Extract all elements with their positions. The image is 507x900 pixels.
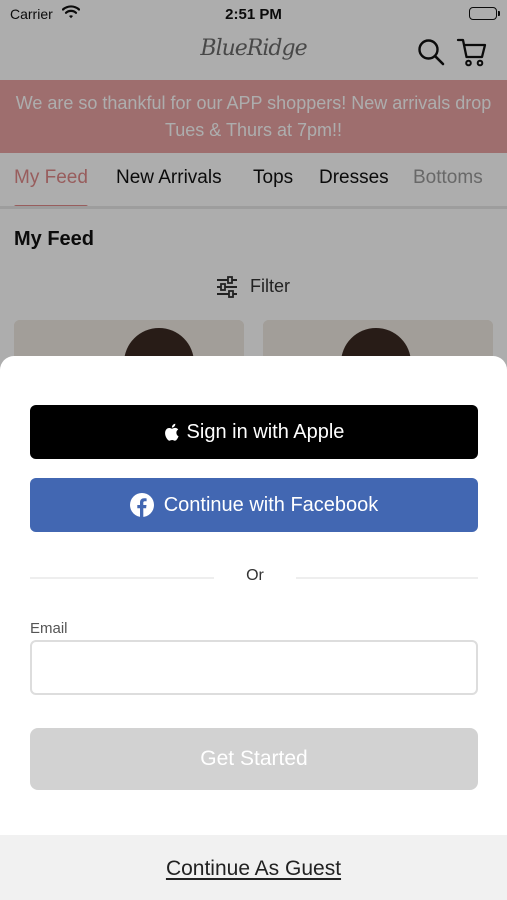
- guest-footer: Continue As Guest: [0, 835, 507, 900]
- divider-line: [30, 577, 214, 579]
- email-label: Email: [30, 620, 68, 637]
- login-sheet: Sign in with Apple Continue with Faceboo…: [0, 356, 507, 900]
- apple-button-label: Sign in with Apple: [186, 420, 345, 443]
- email-field[interactable]: [30, 640, 478, 695]
- apple-logo-icon: [164, 423, 179, 441]
- get-started-button[interactable]: Get Started: [30, 728, 478, 790]
- divider-line: [296, 577, 478, 579]
- sign-in-with-apple-button[interactable]: Sign in with Apple: [30, 405, 478, 459]
- continue-with-facebook-button[interactable]: Continue with Facebook: [30, 478, 478, 532]
- continue-as-guest-link[interactable]: Continue As Guest: [166, 857, 341, 881]
- facebook-button-label: Continue with Facebook: [163, 493, 379, 516]
- or-separator: Or: [246, 567, 264, 584]
- facebook-logo-icon: [129, 493, 154, 517]
